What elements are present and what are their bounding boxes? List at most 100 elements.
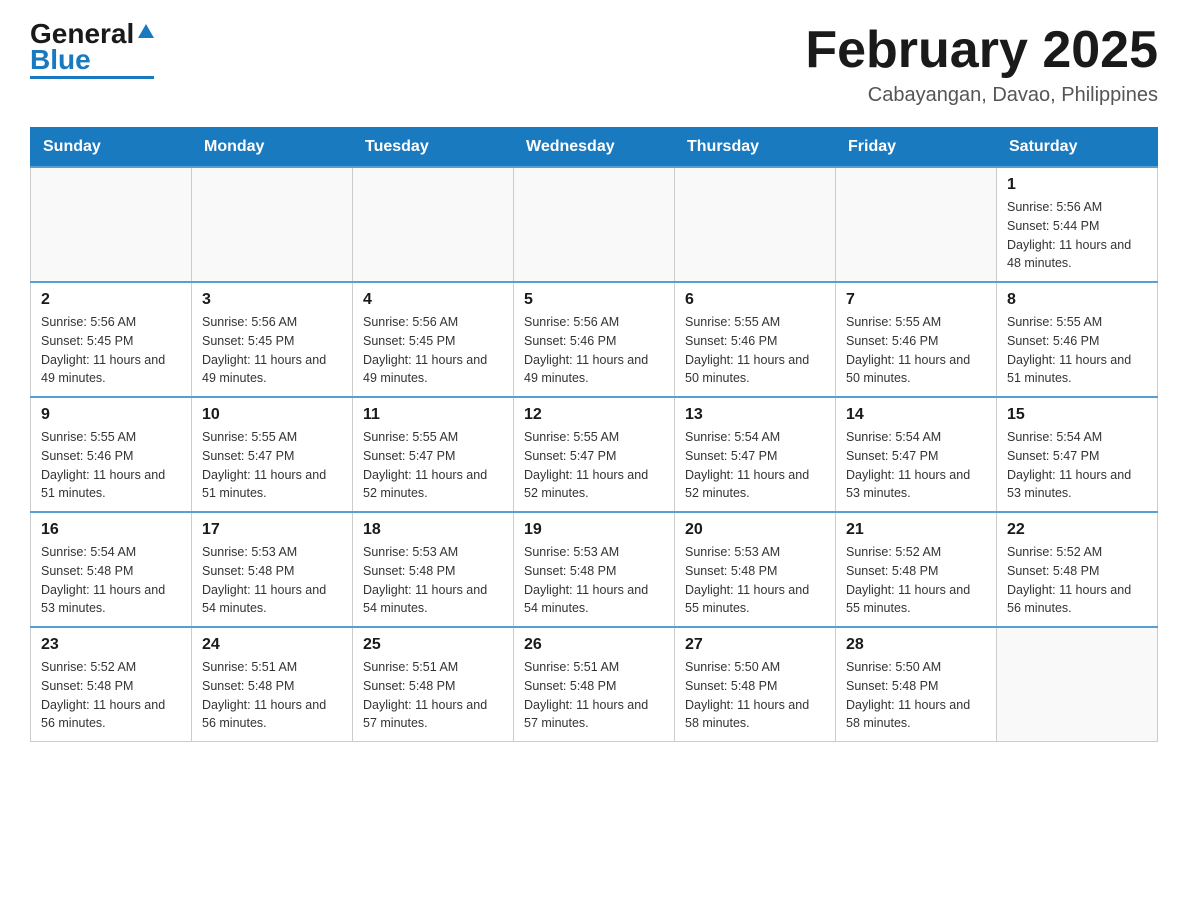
calendar-cell: 25 Sunrise: 5:51 AM Sunset: 5:48 PM Dayli… xyxy=(353,627,514,742)
day-info: Sunrise: 5:50 AM Sunset: 5:48 PM Dayligh… xyxy=(685,658,825,733)
day-number: 9 xyxy=(41,406,181,424)
day-info: Sunrise: 5:54 AM Sunset: 5:47 PM Dayligh… xyxy=(846,428,986,503)
day-number: 2 xyxy=(41,291,181,309)
calendar-cell: 1Sunrise: 5:56 AM Sunset: 5:44 PM Daylig… xyxy=(997,167,1158,282)
calendar-cell: 12Sunrise: 5:55 AM Sunset: 5:47 PM Dayli… xyxy=(514,397,675,512)
calendar-cell: 15 Sunrise: 5:54 AM Sunset: 5:47 PM Dayli… xyxy=(997,397,1158,512)
day-info: Sunrise: 5:55 AM Sunset: 5:46 PM Dayligh… xyxy=(846,313,986,388)
day-info: Sunrise: 5:54 AM Sunset: 5:47 PM Dayligh… xyxy=(1007,428,1147,503)
calendar-cell xyxy=(514,167,675,282)
calendar-header-tuesday: Tuesday xyxy=(353,128,514,168)
calendar-cell xyxy=(675,167,836,282)
day-info: Sunrise: 5:54 AM Sunset: 5:48 PM Dayligh… xyxy=(41,543,181,618)
calendar-week-3: 9 Sunrise: 5:55 AM Sunset: 5:46 PM Daylig… xyxy=(31,397,1158,512)
calendar-header-sunday: Sunday xyxy=(31,128,192,168)
day-info: Sunrise: 5:51 AM Sunset: 5:48 PM Dayligh… xyxy=(363,658,503,733)
calendar-header-row: SundayMondayTuesdayWednesdayThursdayFrid… xyxy=(31,128,1158,168)
day-number: 19 xyxy=(524,521,664,539)
day-number: 14 xyxy=(846,406,986,424)
day-info: Sunrise: 5:56 AM Sunset: 5:45 PM Dayligh… xyxy=(202,313,342,388)
calendar-cell: 22 Sunrise: 5:52 AM Sunset: 5:48 PM Dayli… xyxy=(997,512,1158,627)
calendar-cell: 7 Sunrise: 5:55 AM Sunset: 5:46 PM Daylig… xyxy=(836,282,997,397)
calendar-cell: 6Sunrise: 5:55 AM Sunset: 5:46 PM Daylig… xyxy=(675,282,836,397)
calendar-title: February 2025 xyxy=(805,20,1158,80)
day-number: 4 xyxy=(363,291,503,309)
day-info: Sunrise: 5:56 AM Sunset: 5:46 PM Dayligh… xyxy=(524,313,664,388)
day-number: 22 xyxy=(1007,521,1147,539)
day-number: 20 xyxy=(685,521,825,539)
day-info: Sunrise: 5:56 AM Sunset: 5:45 PM Dayligh… xyxy=(363,313,503,388)
day-info: Sunrise: 5:52 AM Sunset: 5:48 PM Dayligh… xyxy=(1007,543,1147,618)
calendar-cell: 13 Sunrise: 5:54 AM Sunset: 5:47 PM Dayli… xyxy=(675,397,836,512)
day-info: Sunrise: 5:51 AM Sunset: 5:48 PM Dayligh… xyxy=(524,658,664,733)
calendar-cell: 18Sunrise: 5:53 AM Sunset: 5:48 PM Dayli… xyxy=(353,512,514,627)
day-number: 8 xyxy=(1007,291,1147,309)
calendar-cell: 24 Sunrise: 5:51 AM Sunset: 5:48 PM Dayli… xyxy=(192,627,353,742)
calendar-cell: 14 Sunrise: 5:54 AM Sunset: 5:47 PM Dayli… xyxy=(836,397,997,512)
day-number: 28 xyxy=(846,636,986,654)
calendar-cell: 23 Sunrise: 5:52 AM Sunset: 5:48 PM Dayli… xyxy=(31,627,192,742)
day-number: 11 xyxy=(363,406,503,424)
logo-underline xyxy=(30,76,154,79)
calendar-cell: 10 Sunrise: 5:55 AM Sunset: 5:47 PM Dayli… xyxy=(192,397,353,512)
logo-blue-text: Blue xyxy=(30,46,91,74)
calendar-cell: 4 Sunrise: 5:56 AM Sunset: 5:45 PM Daylig… xyxy=(353,282,514,397)
day-info: Sunrise: 5:55 AM Sunset: 5:47 PM Dayligh… xyxy=(202,428,342,503)
calendar-header-saturday: Saturday xyxy=(997,128,1158,168)
day-number: 7 xyxy=(846,291,986,309)
day-number: 26 xyxy=(524,636,664,654)
day-info: Sunrise: 5:56 AM Sunset: 5:44 PM Dayligh… xyxy=(1007,198,1147,273)
calendar-table: SundayMondayTuesdayWednesdayThursdayFrid… xyxy=(30,127,1158,742)
day-info: Sunrise: 5:55 AM Sunset: 5:46 PM Dayligh… xyxy=(41,428,181,503)
calendar-header-monday: Monday xyxy=(192,128,353,168)
day-number: 27 xyxy=(685,636,825,654)
logo: General Blue xyxy=(30,20,154,79)
day-number: 21 xyxy=(846,521,986,539)
calendar-cell: 9 Sunrise: 5:55 AM Sunset: 5:46 PM Daylig… xyxy=(31,397,192,512)
calendar-cell: 28 Sunrise: 5:50 AM Sunset: 5:48 PM Dayli… xyxy=(836,627,997,742)
day-info: Sunrise: 5:54 AM Sunset: 5:47 PM Dayligh… xyxy=(685,428,825,503)
day-number: 24 xyxy=(202,636,342,654)
day-info: Sunrise: 5:53 AM Sunset: 5:48 PM Dayligh… xyxy=(524,543,664,618)
calendar-header-friday: Friday xyxy=(836,128,997,168)
day-info: Sunrise: 5:52 AM Sunset: 5:48 PM Dayligh… xyxy=(41,658,181,733)
day-number: 25 xyxy=(363,636,503,654)
calendar-cell xyxy=(353,167,514,282)
day-number: 13 xyxy=(685,406,825,424)
day-number: 3 xyxy=(202,291,342,309)
day-info: Sunrise: 5:53 AM Sunset: 5:48 PM Dayligh… xyxy=(202,543,342,618)
title-block: February 2025 Cabayangan, Davao, Philipp… xyxy=(805,20,1158,107)
calendar-cell: 16Sunrise: 5:54 AM Sunset: 5:48 PM Dayli… xyxy=(31,512,192,627)
calendar-cell: 8 Sunrise: 5:55 AM Sunset: 5:46 PM Daylig… xyxy=(997,282,1158,397)
calendar-week-4: 16Sunrise: 5:54 AM Sunset: 5:48 PM Dayli… xyxy=(31,512,1158,627)
calendar-cell: 2 Sunrise: 5:56 AM Sunset: 5:45 PM Daylig… xyxy=(31,282,192,397)
calendar-cell xyxy=(836,167,997,282)
calendar-cell: 26 Sunrise: 5:51 AM Sunset: 5:48 PM Dayli… xyxy=(514,627,675,742)
day-number: 23 xyxy=(41,636,181,654)
day-number: 18 xyxy=(363,521,503,539)
calendar-cell: 3 Sunrise: 5:56 AM Sunset: 5:45 PM Daylig… xyxy=(192,282,353,397)
day-number: 15 xyxy=(1007,406,1147,424)
day-number: 5 xyxy=(524,291,664,309)
calendar-cell xyxy=(997,627,1158,742)
day-info: Sunrise: 5:52 AM Sunset: 5:48 PM Dayligh… xyxy=(846,543,986,618)
calendar-header-wednesday: Wednesday xyxy=(514,128,675,168)
calendar-cell xyxy=(192,167,353,282)
day-info: Sunrise: 5:55 AM Sunset: 5:46 PM Dayligh… xyxy=(685,313,825,388)
calendar-cell: 27 Sunrise: 5:50 AM Sunset: 5:48 PM Dayli… xyxy=(675,627,836,742)
day-number: 17 xyxy=(202,521,342,539)
calendar-cell xyxy=(31,167,192,282)
day-info: Sunrise: 5:53 AM Sunset: 5:48 PM Dayligh… xyxy=(685,543,825,618)
calendar-week-5: 23 Sunrise: 5:52 AM Sunset: 5:48 PM Dayli… xyxy=(31,627,1158,742)
calendar-cell: 11 Sunrise: 5:55 AM Sunset: 5:47 PM Dayli… xyxy=(353,397,514,512)
day-info: Sunrise: 5:55 AM Sunset: 5:46 PM Dayligh… xyxy=(1007,313,1147,388)
calendar-week-1: 1Sunrise: 5:56 AM Sunset: 5:44 PM Daylig… xyxy=(31,167,1158,282)
day-info: Sunrise: 5:50 AM Sunset: 5:48 PM Dayligh… xyxy=(846,658,986,733)
day-info: Sunrise: 5:56 AM Sunset: 5:45 PM Dayligh… xyxy=(41,313,181,388)
day-info: Sunrise: 5:55 AM Sunset: 5:47 PM Dayligh… xyxy=(363,428,503,503)
calendar-location: Cabayangan, Davao, Philippines xyxy=(805,84,1158,107)
calendar-cell: 21 Sunrise: 5:52 AM Sunset: 5:48 PM Dayli… xyxy=(836,512,997,627)
day-info: Sunrise: 5:51 AM Sunset: 5:48 PM Dayligh… xyxy=(202,658,342,733)
day-number: 10 xyxy=(202,406,342,424)
day-number: 12 xyxy=(524,406,664,424)
